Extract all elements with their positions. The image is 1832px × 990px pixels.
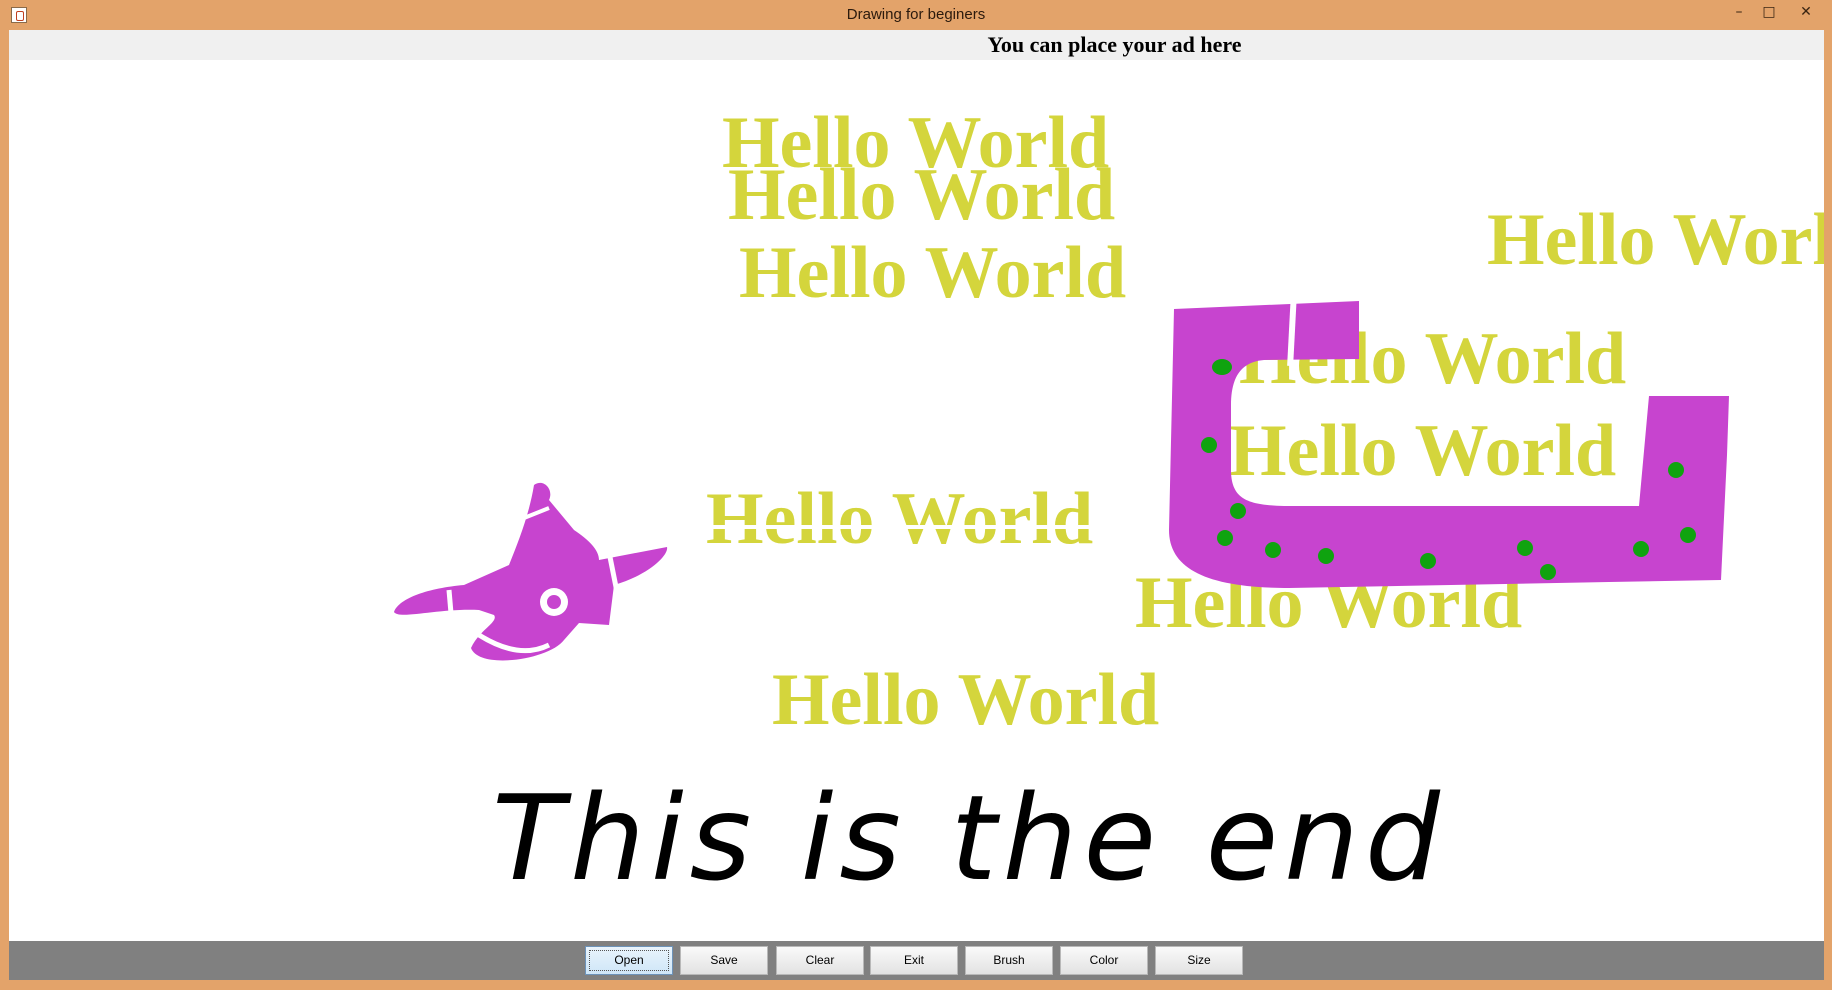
hello-world-stamp: Hello World bbox=[772, 659, 1159, 741]
star-hole-center bbox=[547, 595, 561, 609]
eraser-stroke bbox=[699, 525, 1089, 529]
handwriting-text: This is the end bbox=[492, 769, 1446, 907]
open-button[interactable]: Open bbox=[585, 946, 673, 975]
save-button[interactable]: Save bbox=[680, 946, 768, 975]
drawing-canvas[interactable]: Hello World Hello World Hello World Hell… bbox=[9, 60, 1824, 970]
client-area: You can place your ad here Hello World H… bbox=[9, 30, 1824, 980]
exit-button[interactable]: Exit bbox=[870, 946, 958, 975]
erased-hello-world: Hello World bbox=[699, 478, 1093, 560]
brush-stroke-star bbox=[394, 482, 668, 661]
title-bar[interactable]: Drawing for beginers – □ ✕ bbox=[0, 0, 1832, 30]
canvas-drawing: Hello World Hello World Hello World Hell… bbox=[394, 102, 1824, 907]
maximize-button[interactable]: □ bbox=[1754, 2, 1784, 24]
hello-world-stamp-erased: Hello World bbox=[706, 478, 1093, 560]
bottom-toolbar: Open Save Clear Exit Brush Color Size bbox=[9, 941, 1824, 980]
ad-banner: You can place your ad here bbox=[9, 30, 1824, 60]
hello-world-stamp: Hello World bbox=[1487, 199, 1824, 281]
ad-banner-text: You can place your ad here bbox=[987, 32, 1242, 57]
close-button[interactable]: ✕ bbox=[1784, 2, 1828, 24]
minimize-button[interactable]: – bbox=[1724, 2, 1754, 24]
hello-world-stamp: Hello World bbox=[739, 232, 1126, 314]
size-button[interactable]: Size bbox=[1155, 946, 1243, 975]
hello-world-stamp: Hello World bbox=[728, 154, 1115, 236]
app-window: Drawing for beginers – □ ✕ You can place… bbox=[0, 0, 1832, 990]
color-button[interactable]: Color bbox=[1060, 946, 1148, 975]
window-title: Drawing for beginers bbox=[846, 6, 986, 23]
clear-button[interactable]: Clear bbox=[776, 946, 864, 975]
brush-button[interactable]: Brush bbox=[965, 946, 1053, 975]
hello-world-stamp: Hello World bbox=[1229, 410, 1616, 492]
